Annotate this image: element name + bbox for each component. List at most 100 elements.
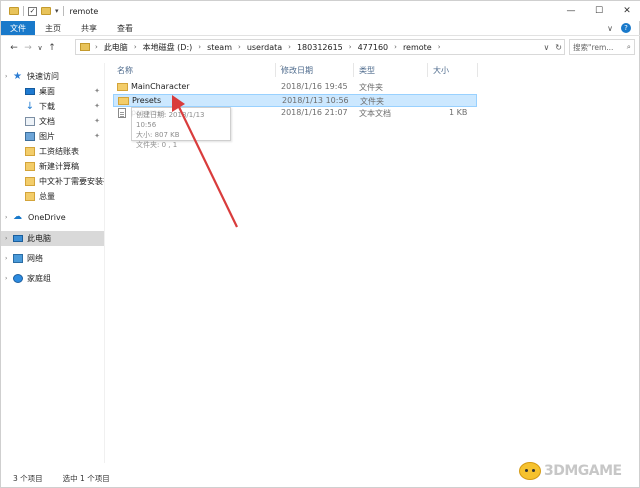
- properties-icon[interactable]: ✓: [28, 6, 37, 16]
- sidebar-item-onedrive[interactable]: › ☁ OneDrive: [1, 210, 104, 225]
- sidebar-item-desktop[interactable]: 桌面 ✦: [1, 84, 104, 99]
- breadcrumb-steam[interactable]: steam: [207, 43, 232, 52]
- file-row[interactable]: MainCharacter 2018/1/16 19:45 文件夹: [113, 81, 477, 94]
- column-divider[interactable]: [275, 63, 276, 77]
- sidebar-item-pictures[interactable]: 图片 ✦: [1, 129, 104, 144]
- breadcrumb-separator[interactable]: ›: [394, 43, 397, 51]
- breadcrumb-app-id[interactable]: 477160: [358, 43, 389, 52]
- sidebar-item-label: OneDrive: [28, 213, 66, 222]
- minimize-button[interactable]: —: [557, 1, 585, 21]
- breadcrumb-this-pc[interactable]: 此电脑: [104, 42, 128, 53]
- column-header-name[interactable]: 名称: [117, 65, 133, 76]
- breadcrumb-remote[interactable]: remote: [403, 43, 432, 52]
- help-icon[interactable]: ?: [621, 23, 631, 33]
- quick-access-toolbar: ✓ ▾: [1, 6, 64, 16]
- homegroup-icon: [13, 274, 23, 283]
- sidebar-item-label: 新建计算稿: [39, 162, 79, 171]
- column-divider[interactable]: [353, 63, 354, 77]
- refresh-button[interactable]: ↻: [555, 43, 562, 52]
- maximize-button[interactable]: ☐: [585, 1, 613, 21]
- ribbon-right-controls: ∨ ?: [607, 21, 640, 35]
- folder-icon: [118, 97, 129, 105]
- file-type: 文件夹: [359, 83, 383, 92]
- expand-icon[interactable]: ›: [5, 275, 13, 282]
- sidebar-item-folder[interactable]: 新建计算稿: [1, 159, 104, 174]
- sidebar-item-folder[interactable]: 工资结账表: [1, 144, 104, 159]
- column-divider[interactable]: [477, 63, 478, 77]
- sidebar-item-network[interactable]: › 网络: [1, 251, 104, 266]
- expand-icon[interactable]: ›: [5, 214, 13, 221]
- up-button[interactable]: ↑: [45, 43, 59, 53]
- column-header-size[interactable]: 大小: [433, 65, 449, 76]
- sidebar-item-downloads[interactable]: ↓ 下载 ✦: [1, 99, 104, 114]
- recent-locations-button[interactable]: ∨: [35, 44, 45, 52]
- breadcrumb-separator[interactable]: ›: [238, 43, 241, 51]
- sidebar-item-this-pc[interactable]: › 此电脑: [1, 231, 104, 246]
- expand-icon[interactable]: ›: [5, 235, 13, 242]
- sidebar-item-folder[interactable]: 总量: [1, 189, 104, 204]
- close-button[interactable]: ✕: [613, 1, 640, 21]
- breadcrumb-userdata[interactable]: userdata: [247, 43, 282, 52]
- column-divider[interactable]: [427, 63, 428, 77]
- expand-icon[interactable]: ›: [5, 73, 13, 80]
- sidebar-item-documents[interactable]: 文档 ✦: [1, 114, 104, 129]
- tab-home[interactable]: 主页: [35, 21, 71, 35]
- breadcrumb-separator[interactable]: ›: [288, 43, 291, 51]
- sidebar-item-quick-access[interactable]: › ★ 快速访问: [1, 69, 104, 84]
- ribbon-tabs: 文件 主页 共享 查看 ∨ ?: [1, 21, 640, 36]
- sidebar-item-homegroup[interactable]: › 家庭组: [1, 271, 104, 286]
- breadcrumb-separator[interactable]: ›: [349, 43, 352, 51]
- file-type: 文件夹: [360, 97, 384, 106]
- address-bar[interactable]: › 此电脑 › 本地磁盘 (D:) › steam › userdata › 1…: [75, 39, 565, 55]
- tab-share[interactable]: 共享: [71, 21, 107, 35]
- chevron-up-icon[interactable]: ∨: [607, 24, 613, 33]
- column-header-type[interactable]: 类型: [359, 65, 375, 76]
- tab-view[interactable]: 查看: [107, 21, 143, 35]
- pin-icon[interactable]: ✦: [94, 132, 100, 140]
- column-header-modified[interactable]: 修改日期: [281, 65, 313, 76]
- file-date: 2018/1/13 10:56: [282, 96, 349, 105]
- sidebar-item-folder[interactable]: 中文补丁需要安装在: [1, 174, 104, 189]
- search-input[interactable]: 搜索"rem... ⌕: [569, 39, 635, 55]
- tab-file[interactable]: 文件: [1, 21, 35, 35]
- network-icon: [13, 254, 23, 263]
- text-file-icon: [118, 108, 126, 118]
- breadcrumb-drive-d[interactable]: 本地磁盘 (D:): [143, 42, 193, 53]
- address-actions: ∨ ↻: [543, 40, 562, 54]
- breadcrumb-separator[interactable]: ›: [198, 43, 201, 51]
- sidebar-item-label: 文档: [39, 117, 55, 126]
- breadcrumb-user-id[interactable]: 180312615: [297, 43, 343, 52]
- sidebar-item-label: 家庭组: [27, 274, 51, 283]
- navigation-bar: ← → ∨ ↑ › 此电脑 › 本地磁盘 (D:) › steam › user…: [1, 39, 640, 57]
- file-row-selected[interactable]: Presets 2018/1/13 10:56 文件夹: [113, 94, 477, 107]
- new-folder-icon[interactable]: [41, 7, 51, 15]
- title-bar: ✓ ▾ remote — ☐ ✕: [1, 1, 640, 21]
- file-name: Presets: [132, 96, 162, 105]
- sidebar-item-label: 下载: [39, 102, 55, 111]
- pin-icon[interactable]: ✦: [94, 117, 100, 125]
- address-dropdown-button[interactable]: ∨: [543, 43, 549, 52]
- pin-icon[interactable]: ✦: [94, 87, 100, 95]
- pin-icon[interactable]: ✦: [94, 102, 100, 110]
- back-button[interactable]: ←: [7, 43, 21, 53]
- expand-icon[interactable]: ›: [5, 255, 13, 262]
- download-icon: ↓: [25, 101, 35, 112]
- sidebar-item-label: 总量: [39, 192, 55, 201]
- column-headers: 名称 ^ 修改日期 类型 大小: [109, 63, 640, 77]
- breadcrumb-separator[interactable]: ›: [134, 43, 137, 51]
- sidebar-item-label: 快速访问: [27, 72, 59, 81]
- cloud-icon: ☁: [13, 212, 22, 222]
- breadcrumb-separator[interactable]: ›: [438, 43, 441, 51]
- item-count: 3 个项目: [13, 473, 43, 483]
- navigation-pane: › ★ 快速访问 桌面 ✦ ↓ 下载 ✦ 文档 ✦ 图片 ✦ 工资结账表 新建计…: [1, 63, 105, 463]
- file-tooltip: 创建日期: 2018/1/13 10:56 大小: 807 KB 文件夹: 0 …: [131, 107, 231, 149]
- folder-icon: [9, 7, 19, 15]
- file-type: 文本文档: [359, 109, 391, 118]
- forward-button[interactable]: →: [21, 43, 35, 53]
- folder-icon: [117, 83, 128, 91]
- folder-icon: [25, 177, 35, 186]
- window-title: remote: [69, 6, 99, 16]
- customize-toolbar-icon[interactable]: ▾: [55, 7, 59, 15]
- desktop-icon: [25, 88, 35, 95]
- file-date: 2018/1/16 21:07: [281, 108, 348, 117]
